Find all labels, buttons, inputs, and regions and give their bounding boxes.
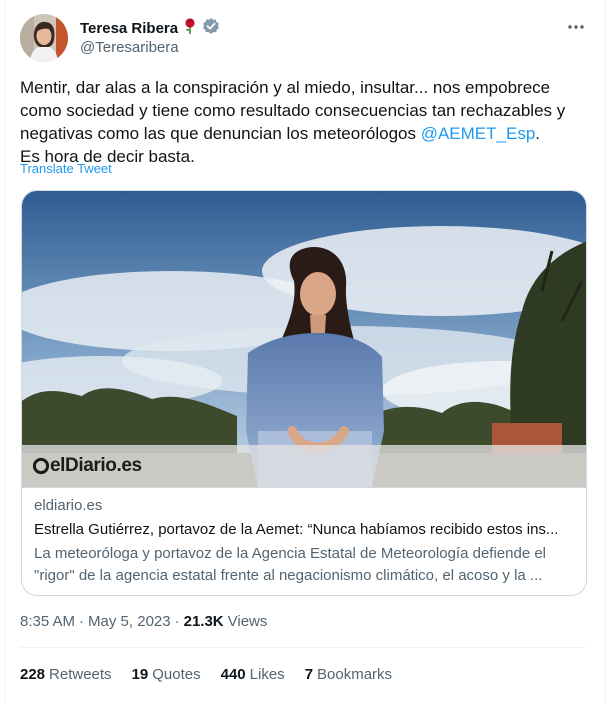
views-label: Views bbox=[227, 613, 268, 630]
avatar-image bbox=[20, 14, 68, 62]
tweet-text-segment: negativas como las que denuncian los met… bbox=[20, 124, 421, 143]
views-count: 21.3K bbox=[183, 613, 224, 630]
translate-tweet-link[interactable]: Translate Tweet bbox=[20, 161, 112, 176]
stat-count: 7 bbox=[304, 666, 314, 683]
divider bbox=[20, 647, 586, 648]
tweet-time[interactable]: 8:35 AM bbox=[20, 613, 75, 630]
avatar[interactable] bbox=[20, 14, 68, 62]
card-logo-bar: elDiario.es bbox=[22, 445, 586, 487]
tweet-meta: 8:35 AM · May 5, 2023 · 21.3K Views bbox=[20, 613, 267, 630]
tweet-text-line: Mentir, dar alas a la conspiración y al … bbox=[20, 78, 551, 97]
stat-retweets[interactable]: 228 Retweets bbox=[20, 666, 112, 683]
verified-badge-icon bbox=[202, 17, 220, 40]
stat-label: Likes bbox=[249, 666, 285, 683]
stat-label: Retweets bbox=[49, 666, 112, 683]
eldiario-logo-icon bbox=[32, 457, 50, 475]
link-card[interactable]: elDiario.es eldiario.es Estrella Gutiérr… bbox=[21, 190, 587, 596]
card-description: La meteoróloga y portavoz de la Agencia … bbox=[34, 543, 576, 587]
tweet-text: Mentir, dar alas a la conspiración y al … bbox=[20, 76, 590, 168]
display-name[interactable]: Teresa Ribera bbox=[80, 20, 178, 37]
stat-count: 228 bbox=[20, 666, 46, 683]
user-handle[interactable]: @Teresaribera bbox=[80, 39, 179, 56]
card-image bbox=[22, 191, 586, 487]
stat-count: 19 bbox=[131, 666, 149, 683]
card-logo-text: elDiario.es bbox=[50, 455, 142, 476]
tweet-text-line: negativas como las que denuncian los met… bbox=[20, 122, 590, 145]
card-description-line: "rigor" de la agencia estatal frente al … bbox=[34, 567, 543, 584]
tweet-header: Teresa Ribera @Teresaribera bbox=[20, 14, 590, 62]
stat-label: Quotes bbox=[152, 666, 201, 683]
card-body: eldiario.es Estrella Gutiérrez, portavoz… bbox=[22, 487, 586, 587]
stat-likes[interactable]: 440 Likes bbox=[221, 666, 285, 683]
tweet-text-line: como sociedad y tiene como resultado con… bbox=[20, 101, 566, 120]
stat-label: Bookmarks bbox=[317, 666, 393, 683]
stat-quotes[interactable]: 19 Quotes bbox=[132, 666, 201, 683]
more-options-icon[interactable] bbox=[562, 16, 590, 38]
meta-separator: · bbox=[79, 613, 85, 630]
mention-link[interactable]: @AEMET_Esp bbox=[421, 124, 536, 143]
card-domain: eldiario.es bbox=[34, 497, 103, 514]
engagement-stats: 228 Retweets 19 Quotes 440 Likes 7 Bookmarks bbox=[20, 666, 412, 683]
stat-count: 440 bbox=[220, 666, 246, 683]
meta-separator: · bbox=[174, 613, 180, 630]
stat-bookmarks[interactable]: 7 Bookmarks bbox=[305, 666, 392, 683]
card-title: Estrella Gutiérrez, portavoz de la Aemet… bbox=[34, 521, 559, 538]
name-row: Teresa Ribera bbox=[80, 17, 220, 40]
tweet-text-segment: . bbox=[535, 124, 541, 143]
rose-emoji bbox=[182, 17, 198, 40]
tweet-date[interactable]: May 5, 2023 bbox=[88, 613, 171, 630]
card-description-line: La meteoróloga y portavoz de la Agencia … bbox=[34, 545, 547, 562]
